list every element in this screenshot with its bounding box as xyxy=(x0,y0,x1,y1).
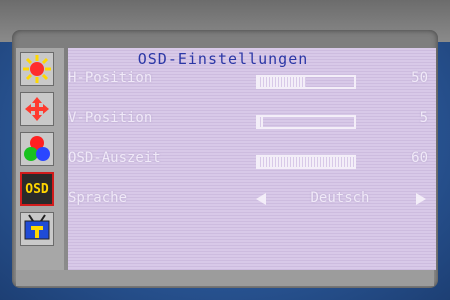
setting-label: OSD-Auszeit xyxy=(68,150,161,166)
setting-row-language[interactable]: Sprache Deutsch xyxy=(68,190,428,210)
setting-value: 60 xyxy=(411,150,428,166)
position-icon[interactable] xyxy=(20,92,54,126)
brightness-icon[interactable] xyxy=(20,52,54,86)
page-title: OSD-Einstellungen xyxy=(137,50,309,68)
arrow-right-icon[interactable] xyxy=(416,193,426,205)
setting-bar-fill xyxy=(258,77,306,87)
setting-bar-fill xyxy=(258,157,354,167)
setting-row-v-position[interactable]: V-Position 5 xyxy=(68,110,428,130)
color-icon[interactable] xyxy=(20,132,54,166)
setting-value: 50 xyxy=(411,70,428,86)
osd-icon-label: OSD xyxy=(25,181,49,197)
setting-bar[interactable] xyxy=(256,115,356,129)
setting-label: V-Position xyxy=(68,110,153,126)
osd-icon[interactable]: OSD xyxy=(20,172,54,206)
language-value: Deutsch xyxy=(310,190,370,206)
setting-row-h-position[interactable]: H-Position 50 xyxy=(68,70,428,90)
arrow-left-icon[interactable] xyxy=(256,193,266,205)
setting-bar[interactable] xyxy=(256,75,356,89)
tv-tools-icon[interactable] xyxy=(20,212,54,246)
setting-label: H-Position xyxy=(68,70,153,86)
setting-value: 5 xyxy=(419,110,428,126)
osd-bottom-bar xyxy=(16,270,434,286)
setting-label: Sprache xyxy=(68,190,128,206)
setting-bar[interactable] xyxy=(256,155,356,169)
osd-screen: OSD OSD-Einstellungen H-Position 50 V-Po… xyxy=(12,30,438,288)
setting-bar-fill xyxy=(258,117,263,127)
setting-row-osd-timeout[interactable]: OSD-Auszeit 60 xyxy=(68,150,428,170)
